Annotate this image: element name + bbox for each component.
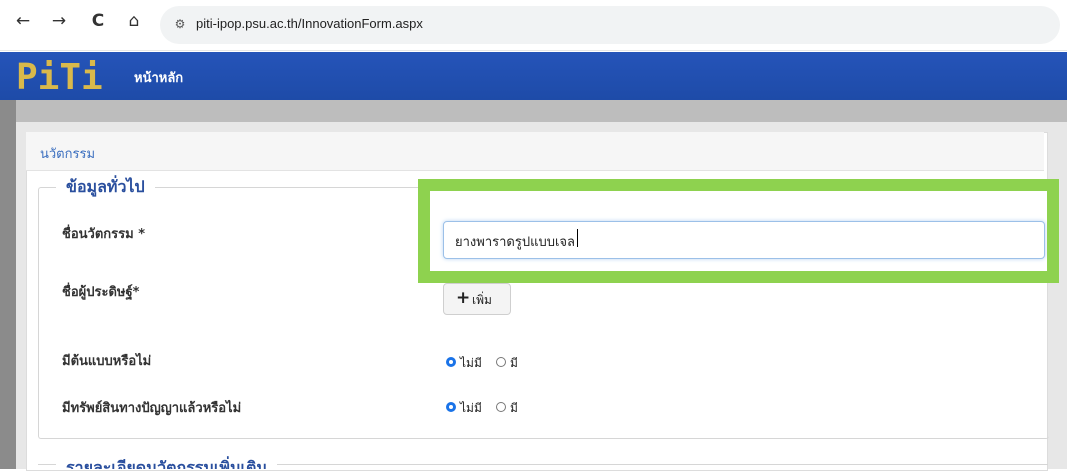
top-strip: [0, 100, 1067, 122]
add-button-label: เพิ่ม: [472, 293, 492, 307]
panel-header: [26, 132, 1044, 171]
prototype-yes-radio[interactable]: [496, 357, 506, 367]
ip-yes-radio[interactable]: [496, 402, 506, 412]
left-strip: [0, 100, 16, 469]
plus-icon: +: [456, 288, 471, 308]
ip-label: มีทรัพย์สินทางปัญญาแล้วหรือไม่: [62, 401, 242, 416]
prototype-no-radio[interactable]: [446, 357, 456, 367]
prototype-no-label[interactable]: ไม่มี: [460, 354, 482, 373]
panel-title: นวัตกรรม: [40, 147, 96, 162]
back-icon[interactable]: ←: [12, 10, 34, 32]
site-settings-icon[interactable]: ⚙: [172, 16, 188, 32]
reload-icon[interactable]: C: [87, 10, 109, 32]
inventor-label: ชื่อผู้ประดิษฐ์*: [62, 281, 139, 302]
forward-icon[interactable]: →: [48, 10, 70, 32]
required-mark: *: [132, 285, 140, 300]
nav-home-link[interactable]: หน้าหลัก: [134, 67, 183, 88]
add-inventor-button[interactable]: + เพิ่ม: [443, 283, 511, 315]
innovation-name-label: ชื่อนวัตกรรม *: [62, 223, 145, 244]
required-mark: *: [138, 227, 146, 242]
app-header: PiTi หน้าหลัก: [0, 52, 1067, 100]
text-caret: [577, 229, 578, 247]
innovation-name-value[interactable]: ยางพาราดรูปแบบเจล: [455, 231, 575, 252]
piti-logo[interactable]: PiTi: [16, 56, 116, 96]
ip-no-radio[interactable]: [446, 402, 456, 412]
url-text[interactable]: piti-ipop.psu.ac.th/InnovationForm.aspx: [196, 16, 423, 31]
ip-no-label[interactable]: ไม่มี: [460, 399, 482, 418]
inventor-label-text: ชื่อผู้ประดิษฐ์: [62, 285, 133, 300]
logo-text: PiTi: [16, 57, 103, 96]
address-bar[interactable]: ⚙ piti-ipop.psu.ac.th/InnovationForm.asp…: [160, 6, 1060, 44]
home-icon[interactable]: ⌂: [123, 10, 145, 32]
details-legend: รายละเอียดนวัตกรรมเพิ่มเติม: [56, 456, 277, 469]
innovation-name-label-text: ชื่อนวัตกรรม: [62, 227, 134, 242]
prototype-label: มีต้นแบบหรือไม่: [62, 354, 152, 369]
prototype-yes-label[interactable]: มี: [510, 354, 518, 373]
ip-yes-label[interactable]: มี: [510, 399, 518, 418]
browser-toolbar: ← → C ⌂ ⚙ piti-ipop.psu.ac.th/Innovation…: [0, 0, 1067, 51]
general-info-legend: ข้อมูลทั่วไป: [56, 175, 155, 200]
